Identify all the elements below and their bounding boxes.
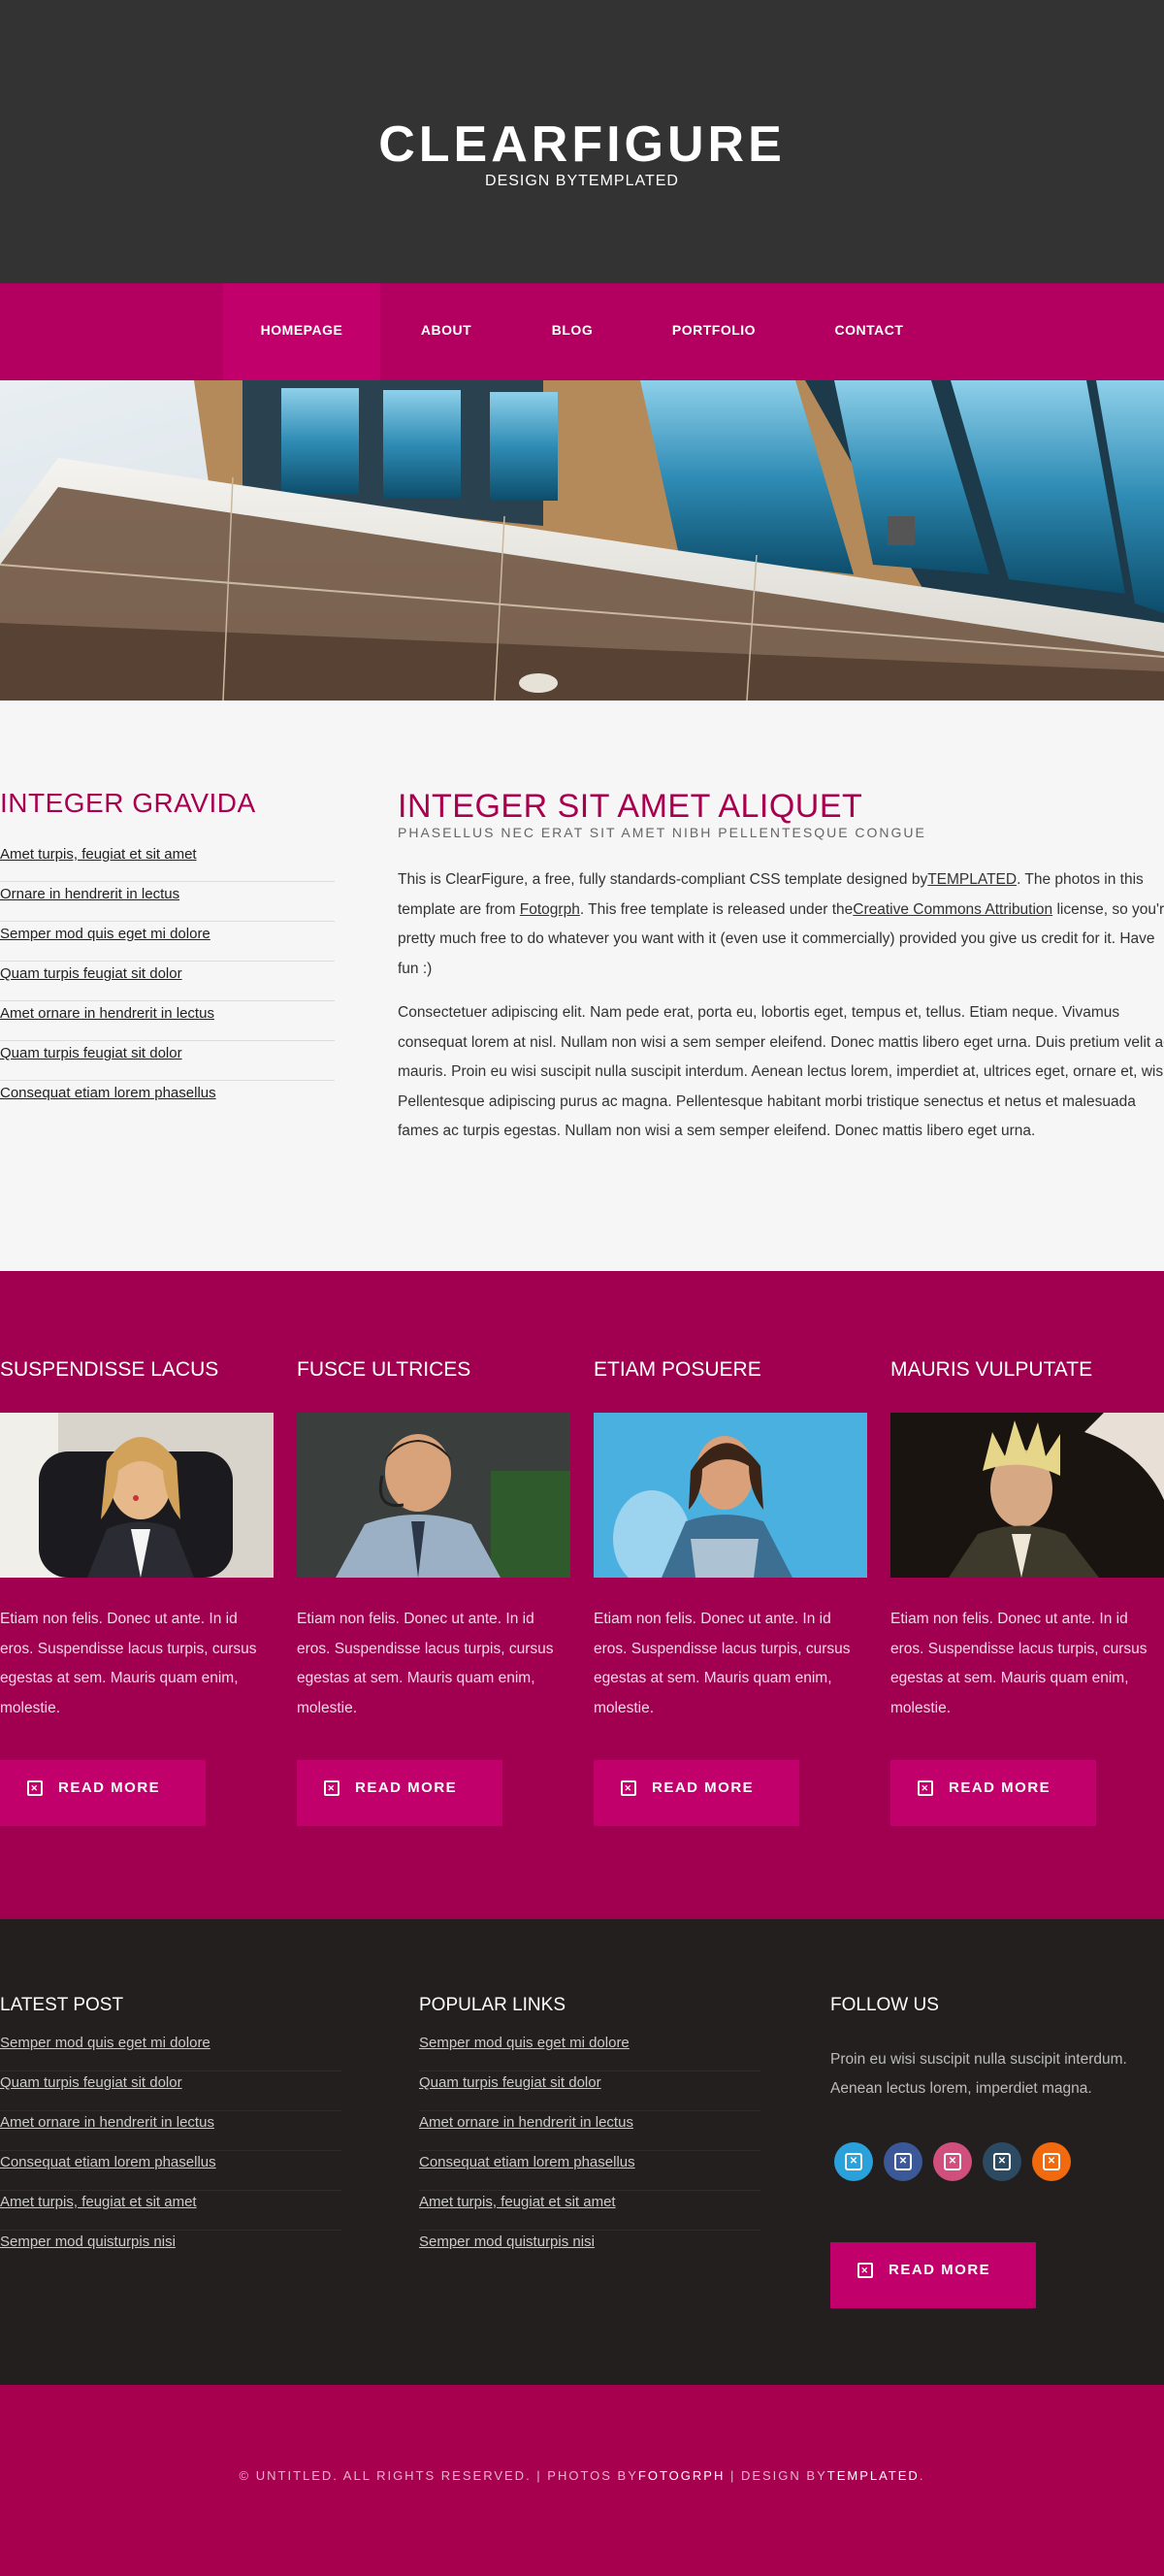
body-paragraph: Consectetuer adipiscing elit. Nam pede e… <box>398 1004 1164 1139</box>
site-header: CLEARFIGURE DESIGN BYTEMPLATED <box>0 0 1164 283</box>
latest-post-link[interactable]: Amet turpis, feugiat et sit amet <box>0 2191 341 2231</box>
popular-link[interactable]: Amet ornare in hendrerit in lectus <box>419 2111 760 2151</box>
feature-text: Etiam non felis. Donec ut ante. In id er… <box>594 1611 851 1716</box>
feature-title: MAURIS VULPUTATE <box>890 1358 1093 1381</box>
copyright-label: . <box>919 2468 925 2483</box>
button-icon: ✕ <box>27 1780 43 1796</box>
button-label: READ MORE <box>58 1779 161 1796</box>
button-icon: ✕ <box>324 1780 340 1796</box>
copyright-label: | DESIGN BY <box>725 2468 827 2483</box>
content-title: INTEGER SIT AMET ALIQUET <box>398 788 863 825</box>
feature-text: Etiam non felis. Donec ut ante. In id er… <box>0 1611 257 1716</box>
copyright-bar: © UNTITLED. ALL RIGHTS RESERVED. | PHOTO… <box>0 2385 1164 2576</box>
popular-link[interactable]: Semper mod quis eget mi dolore <box>419 2032 760 2071</box>
rss-icon[interactable]: ✕ <box>1032 2142 1071 2181</box>
button-icon: ✕ <box>857 2263 873 2278</box>
latest-post-link[interactable]: Semper mod quisturpis nisi <box>0 2231 341 2270</box>
popular-link[interactable]: Quam turpis feugiat sit dolor <box>419 2071 760 2111</box>
latest-post-link[interactable]: Semper mod quis eget mi dolore <box>0 2032 341 2071</box>
building-photo <box>0 380 1164 701</box>
content-subtitle: PHASELLUS NEC ERAT SIT AMET NIBH PELLENT… <box>398 825 926 840</box>
copyright-text: © UNTITLED. ALL RIGHTS RESERVED. | PHOTO… <box>0 2468 1164 2483</box>
feature-text: Etiam non felis. Donec ut ante. In id er… <box>297 1611 554 1716</box>
feature-photo-woman-office <box>0 1413 274 1578</box>
popular-link[interactable]: Consequat etiam lorem phasellus <box>419 2151 760 2191</box>
fotogrph-link[interactable]: Fotogrph <box>520 901 580 918</box>
nav-item-homepage[interactable]: HOMEPAGE <box>223 283 380 380</box>
nav-item-contact[interactable]: CONTACT <box>795 283 943 380</box>
popular-links-title: POPULAR LINKS <box>419 1995 566 2015</box>
sidebar-link[interactable]: Quam turpis feugiat sit dolor <box>0 1041 335 1081</box>
license-link[interactable]: Creative Commons Attribution <box>853 901 1052 918</box>
button-label: READ MORE <box>652 1779 755 1796</box>
feature-photo-man-headset <box>297 1413 570 1578</box>
button-label: READ MORE <box>949 1779 1051 1796</box>
banner-image <box>0 380 1164 701</box>
templated-link[interactable]: TEMPLATED <box>927 871 1017 888</box>
intro-paragraph: This is ClearFigure, a free, fully stand… <box>398 865 1164 984</box>
latest-post-title: LATEST POST <box>0 1995 124 2015</box>
read-more-button[interactable]: ✕ READ MORE <box>890 1760 1096 1826</box>
button-icon: ✕ <box>918 1780 933 1796</box>
sidebar-link[interactable]: Ornare in hendrerit in lectus <box>0 882 335 922</box>
linkedin-icon[interactable]: ✕ <box>983 2142 1021 2181</box>
sidebar-title: INTEGER GRAVIDA <box>0 788 256 818</box>
button-icon: ✕ <box>621 1780 636 1796</box>
sidebar-link[interactable]: Consequat etiam lorem phasellus <box>0 1081 335 1121</box>
sidebar-link[interactable]: Semper mod quis eget mi dolore <box>0 922 335 962</box>
sidebar-link[interactable]: Quam turpis feugiat sit dolor <box>0 962 335 1001</box>
feature-title: SUSPENDISSE LACUS <box>0 1358 219 1381</box>
dribbble-icon[interactable]: ✕ <box>933 2142 972 2181</box>
sidebar-link[interactable]: Amet turpis, feugiat et sit amet <box>0 842 335 882</box>
follow-us-title: FOLLOW US <box>830 1995 939 2015</box>
templated-credit-link[interactable]: TEMPLATED <box>827 2468 920 2483</box>
feature-text: Etiam non felis. Donec ut ante. In id er… <box>890 1611 1148 1716</box>
follow-us-text: Proin eu wisi suscipit nulla suscipit in… <box>830 2051 1127 2097</box>
read-more-button[interactable]: ✕ READ MORE <box>0 1760 206 1826</box>
site-tagline: DESIGN BYTEMPLATED <box>485 173 679 189</box>
main-nav: HOMEPAGE ABOUT BLOG PORTFOLIO CONTACT <box>0 283 1164 380</box>
feature-title: FUSCE ULTRICES <box>297 1358 471 1381</box>
latest-post-link[interactable]: Consequat etiam lorem phasellus <box>0 2151 341 2191</box>
site-logo[interactable]: CLEARFIGURE <box>0 114 1164 175</box>
latest-post-link[interactable]: Amet ornare in hendrerit in lectus <box>0 2111 341 2151</box>
facebook-icon[interactable]: ✕ <box>884 2142 922 2181</box>
latest-post-link[interactable]: Quam turpis feugiat sit dolor <box>0 2071 341 2111</box>
feature-photo-man-spiky-hair <box>890 1413 1164 1578</box>
popular-link[interactable]: Semper mod quisturpis nisi <box>419 2231 760 2270</box>
intro-text: . This free template is released under t… <box>579 900 854 918</box>
intro-text: This is ClearFigure, a free, fully stand… <box>398 871 928 888</box>
twitter-icon[interactable]: ✕ <box>834 2142 873 2181</box>
copyright-label: © UNTITLED. ALL RIGHTS RESERVED. | PHOTO… <box>239 2468 638 2483</box>
read-more-button[interactable]: ✕ READ MORE <box>297 1760 502 1826</box>
sidebar-link[interactable]: Amet ornare in hendrerit in lectus <box>0 1001 335 1041</box>
footer-widgets: LATEST POST Semper mod quis eget mi dolo… <box>0 1919 1164 2385</box>
features-section: SUSPENDISSE LACUS Etiam non felis. Donec… <box>0 1271 1164 1919</box>
main-section: INTEGER GRAVIDA Amet turpis, feugiat et … <box>0 701 1164 1271</box>
feature-photo-woman-sky <box>594 1413 867 1578</box>
popular-link[interactable]: Amet turpis, feugiat et sit amet <box>419 2191 760 2231</box>
button-label: READ MORE <box>355 1779 458 1796</box>
fotogrph-credit-link[interactable]: FOTOGRPH <box>638 2468 725 2483</box>
button-label: READ MORE <box>889 2262 991 2278</box>
nav-item-about[interactable]: ABOUT <box>380 283 512 380</box>
feature-title: ETIAM POSUERE <box>594 1358 761 1381</box>
follow-read-more-button[interactable]: ✕ READ MORE <box>830 2242 1036 2308</box>
nav-item-portfolio[interactable]: PORTFOLIO <box>632 283 795 380</box>
nav-item-blog[interactable]: BLOG <box>512 283 632 380</box>
read-more-button[interactable]: ✕ READ MORE <box>594 1760 799 1826</box>
